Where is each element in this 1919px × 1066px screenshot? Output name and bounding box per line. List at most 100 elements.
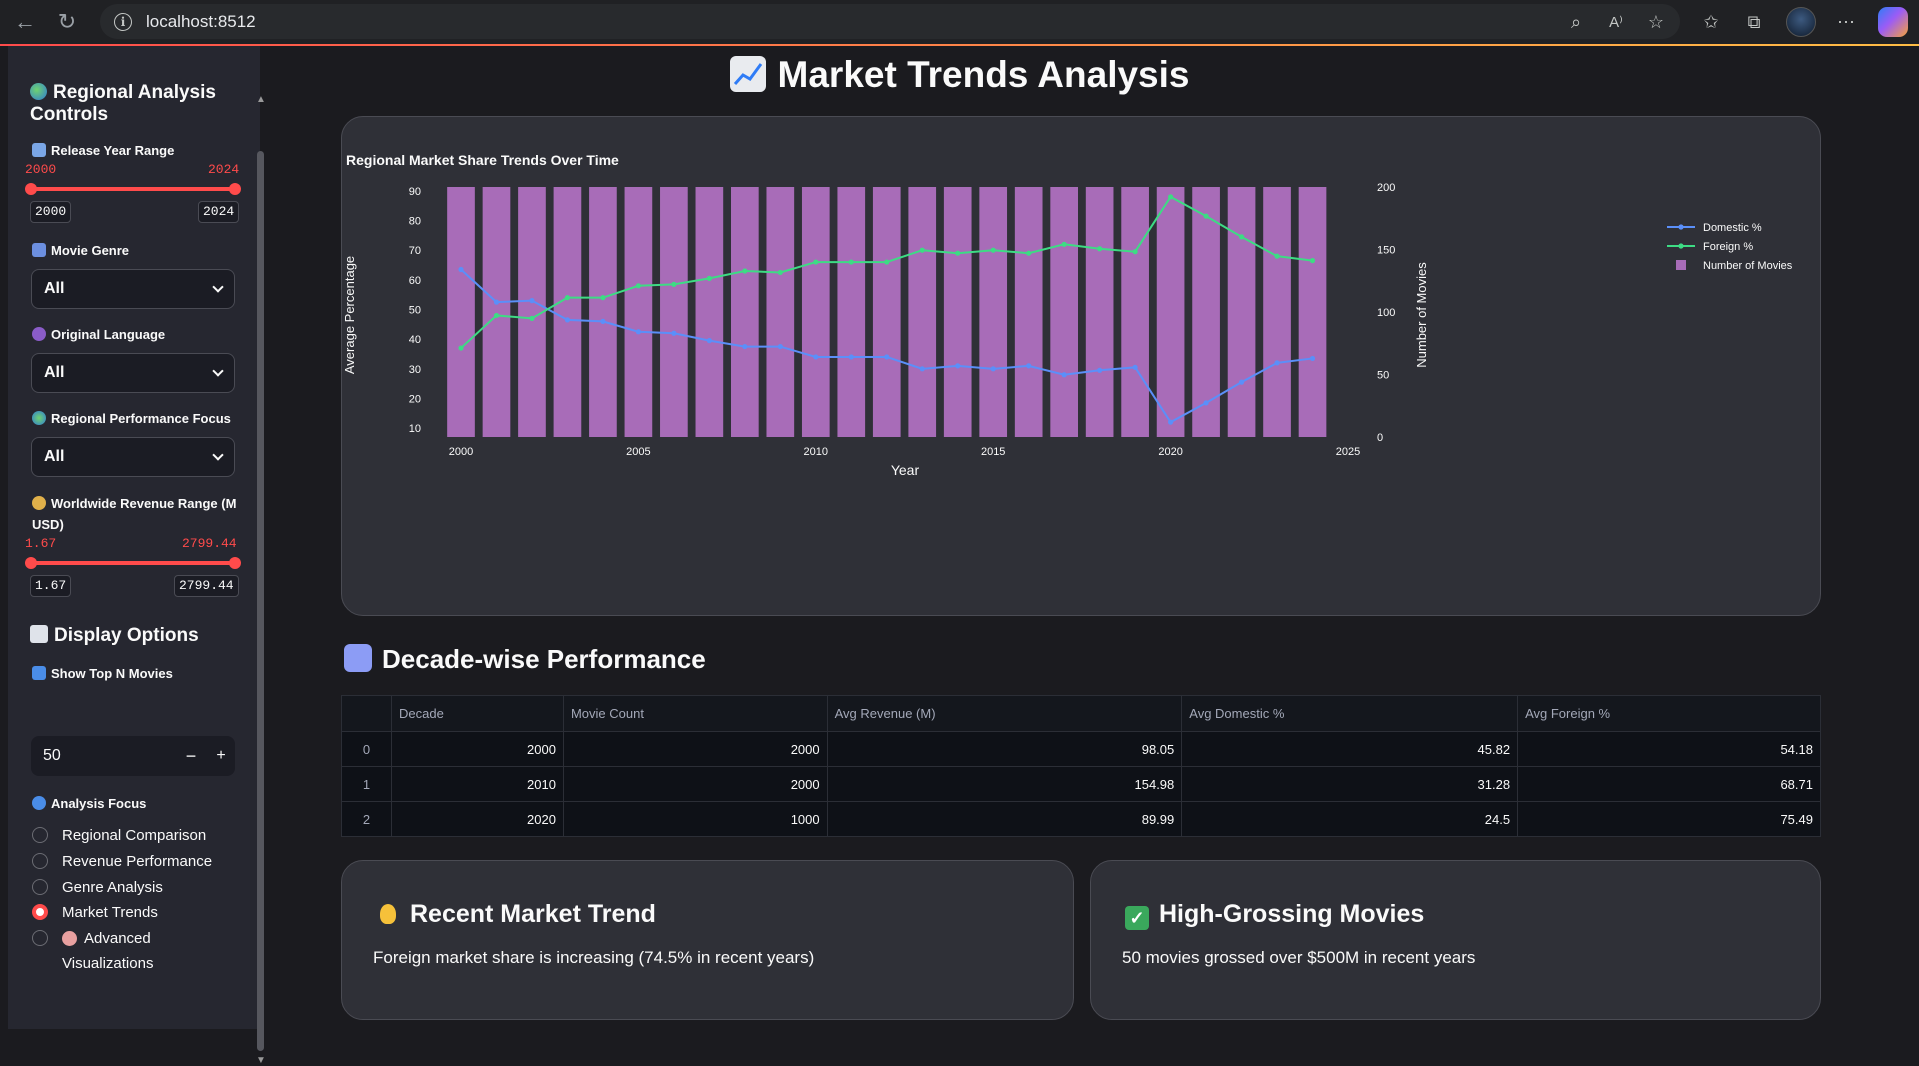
radio-button[interactable] [32,853,48,869]
site-info-icon[interactable]: i [114,12,132,31]
high-grossing-text: 50 movies grossed over $500M in recent y… [1122,948,1476,967]
column-header[interactable] [341,695,392,732]
table-cell[interactable]: 45.82 [1181,731,1519,767]
radio-market-trends[interactable]: Market Trends [32,901,158,923]
table-cell[interactable]: 98.05 [826,731,1183,767]
reload-icon[interactable]: ↻ [50,5,84,39]
table-cell[interactable]: 68.71 [1517,766,1821,802]
collections-icon[interactable]: ⧉ [1738,6,1770,38]
copilot-icon[interactable] [1878,7,1908,37]
sidebar-scrollbar[interactable] [257,151,264,1051]
table-cell[interactable]: 2020 [391,801,564,837]
radio-regional-comparison[interactable]: Regional Comparison [32,824,206,846]
legend-marker-foreign [1678,243,1684,249]
magnifier-icon [32,796,46,810]
table-cell[interactable]: 54.18 [1517,731,1821,767]
y-tick-label: 60 [409,275,421,287]
decade-heading-text: Decade-wise Performance [382,644,706,674]
radio-button-selected[interactable] [32,904,48,920]
x-tick-label: 2010 [804,446,828,458]
chart-bar [660,187,688,437]
y-tick-label: 80 [409,216,421,228]
genre-label-text: Movie Genre [51,243,130,258]
chart-bar [766,187,795,437]
column-header[interactable]: Decade [391,695,564,732]
radio-advanced-visualizations[interactable]: Advanced [32,927,151,949]
radio-label: Advanced [84,929,151,947]
genre-label: Movie Genre [32,240,129,261]
series-point [635,329,641,335]
increment-button[interactable]: + [209,744,233,768]
year-range-min-handle[interactable] [25,183,37,195]
series-point [777,343,783,350]
column-header[interactable]: Movie Count [562,695,828,732]
radio-button[interactable] [32,930,48,946]
more-menu-icon[interactable]: ⋯ [1830,6,1862,38]
url-text[interactable]: localhost:8512 [146,12,256,32]
region-focus-label: Regional Performance Focus [32,408,231,429]
chart-increasing-icon-glyph [733,63,762,85]
year-range-slider[interactable] [31,187,235,191]
y-tick-label: 30 [409,364,421,376]
table-cell[interactable]: 2000 [562,766,828,802]
revenue-range-max: 2799.44 [182,536,237,551]
table-cell[interactable]: 2000 [391,731,564,767]
page-title: Market Trends Analysis [0,54,1919,96]
year-range-label: Release Year Range [32,140,174,161]
table-cell[interactable]: 75.49 [1517,801,1821,837]
favorite-star-icon[interactable]: ☆ [1640,6,1672,38]
genre-select[interactable]: All [31,269,235,309]
chart-bar [979,187,1008,437]
x-tick-label: 2015 [981,446,1005,458]
profile-avatar[interactable] [1786,7,1816,37]
table-cell[interactable]: 31.28 [1181,766,1519,802]
revenue-range-max-handle[interactable] [229,557,241,569]
scroll-down-arrow-icon[interactable]: ▼ [256,1055,266,1066]
table-cell[interactable]: 154.98 [826,766,1183,802]
table-cell[interactable]: 24.5 [1181,801,1519,837]
top-n-value[interactable]: 50 [43,747,61,765]
language-select[interactable]: All [31,353,235,393]
chart-increasing-icon [729,56,766,92]
year-range-max-handle[interactable] [229,183,241,195]
x-axis-label: Year [891,462,920,478]
table-cell[interactable]: 1000 [562,801,828,837]
column-header[interactable]: Avg Foreign % [1517,695,1821,732]
series-point [493,299,500,305]
y-axis-label: Average Percentage [342,256,357,374]
radio-revenue-performance[interactable]: Revenue Performance [32,850,212,872]
top-n-label: Show Top N Movies [32,663,173,684]
radio-button[interactable] [32,827,48,843]
zoom-icon[interactable]: ⌕ [1560,6,1592,38]
favorites-list-icon[interactable]: ✩ [1695,6,1727,38]
column-header[interactable]: Avg Revenue (M) [826,695,1183,732]
market-share-chart[interactable]: 10 20 30 40 50 60 70 80 90 0 50 100 150 200 2000 2005 20… [341,175,1821,595]
series-point [1132,364,1138,370]
revenue-range-slider[interactable] [31,561,235,565]
column-header[interactable]: Avg Domestic % [1181,695,1519,732]
series-point [671,281,677,287]
language-label: Original Language [32,324,165,345]
decrement-button[interactable]: − [179,744,203,768]
table-cell[interactable]: 89.99 [826,801,1183,837]
radio-genre-analysis[interactable]: Genre Analysis [32,876,163,898]
series-point [1061,241,1067,247]
address-bar[interactable]: i localhost:8512 [100,4,1680,39]
series-point [848,259,854,265]
chart-bar [589,187,617,437]
read-aloud-icon[interactable]: A⁾ [1600,6,1632,38]
radio-button[interactable] [32,879,48,895]
region-focus-label-text: Regional Performance Focus [51,411,231,426]
series-point [919,247,925,253]
table-cell[interactable]: 2000 [562,731,828,767]
chart-bar [1050,187,1078,437]
table-cell[interactable]: 2010 [391,766,564,802]
decade-table[interactable]: Decade Movie Count Avg Revenue (M) Avg D… [341,695,1821,837]
display-options-heading: Display Options [30,625,199,647]
region-focus-select[interactable]: All [31,437,235,477]
revenue-range-min-handle[interactable] [25,557,37,569]
back-arrow-icon[interactable]: ← [8,5,42,39]
chart-bar [1192,187,1220,437]
top-n-input[interactable]: 50 − + [31,736,235,776]
revenue-max-box: 2799.44 [174,575,239,597]
